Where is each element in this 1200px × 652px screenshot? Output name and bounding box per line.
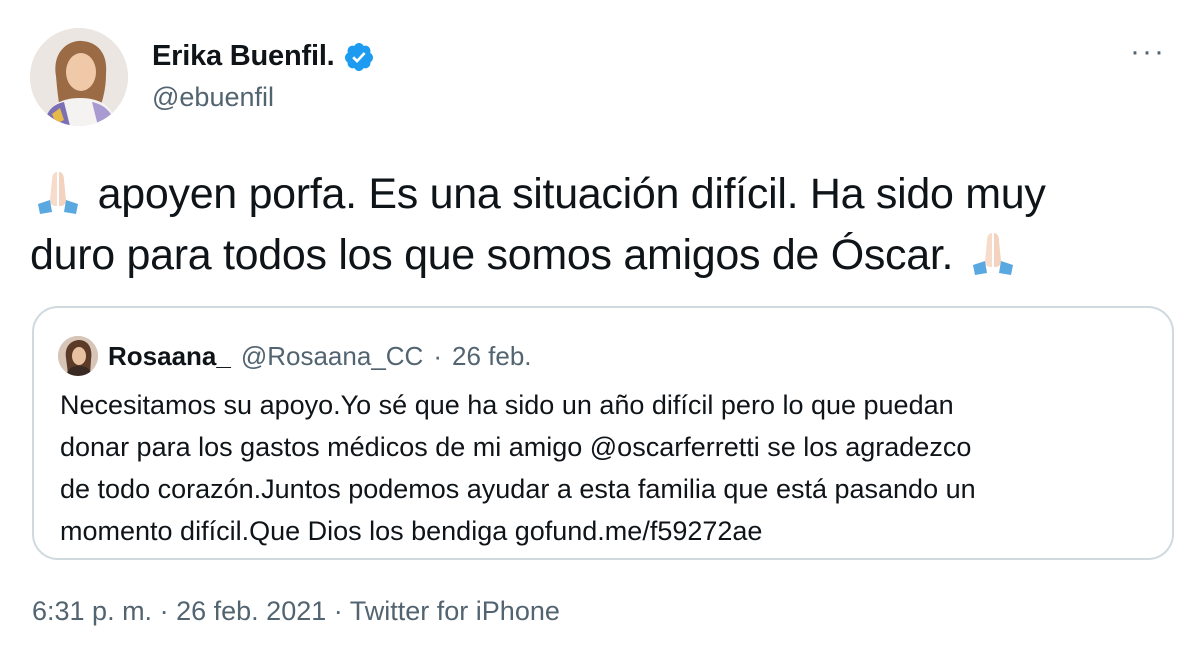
tweet-text: apoyen porfa. Es una situación difícil. … [30, 164, 1180, 286]
tweet-date[interactable]: 26 feb. 2021 [176, 596, 326, 626]
author-handle[interactable]: @ebuenfil [152, 82, 274, 113]
folded-hands-icon [30, 166, 86, 216]
quoted-text-line: Necesitamos su apoyo.Yo sé que ha sido u… [60, 390, 954, 420]
tweet-text-line-1: apoyen porfa. Es una situación difícil. … [30, 164, 1180, 225]
quoted-author-name: Rosaana_ [108, 340, 231, 371]
tweet-card: Erika Buenfil. @ebuenfil ··· apoyen porf… [0, 0, 1200, 652]
quoted-tweet-header: Rosaana_ @Rosaana_CC · 26 feb. [58, 336, 532, 376]
quoted-text-line: donar para los gastos médicos de mi amig… [60, 432, 972, 462]
quoted-text-line: momento difícil.Que Dios los bendiga gof… [60, 516, 763, 546]
author-name-row[interactable]: Erika Buenfil. [152, 40, 375, 73]
folded-hands-icon [965, 227, 1021, 277]
tweet-source[interactable]: Twitter for iPhone [350, 596, 560, 626]
tweet-footer: 6:31 p. m. · 26 feb. 2021 · Twitter for … [32, 596, 560, 627]
verified-badge-icon [343, 41, 375, 73]
author-avatar[interactable] [30, 28, 128, 126]
tweet-line-1-text: apoyen porfa. Es una situación difícil. … [86, 170, 1046, 218]
quoted-author-avatar [58, 336, 98, 376]
quoted-text-line: de todo corazón.Juntos podemos ayudar a … [60, 474, 976, 504]
quoted-date: 26 feb. [452, 340, 532, 371]
quoted-tweet-text: Necesitamos su apoyo.Yo sé que ha sido u… [60, 384, 1150, 552]
avatar-image [30, 28, 128, 126]
tweet-line-2-text: duro para todos los que somos amigos de … [30, 231, 965, 279]
tweet-time[interactable]: 6:31 p. m. [32, 596, 152, 626]
more-options-icon[interactable]: ··· [1130, 37, 1166, 67]
quoted-author-handle: @Rosaana_CC [240, 340, 424, 371]
footer-separator: · [159, 596, 169, 626]
author-display-name[interactable]: Erika Buenfil. [152, 40, 335, 73]
tweet-text-line-2: duro para todos los que somos amigos de … [30, 225, 1180, 286]
quoted-separator: · [433, 340, 442, 371]
footer-separator: · [333, 596, 343, 626]
quoted-tweet[interactable]: Rosaana_ @Rosaana_CC · 26 feb. Necesitam… [32, 306, 1174, 560]
